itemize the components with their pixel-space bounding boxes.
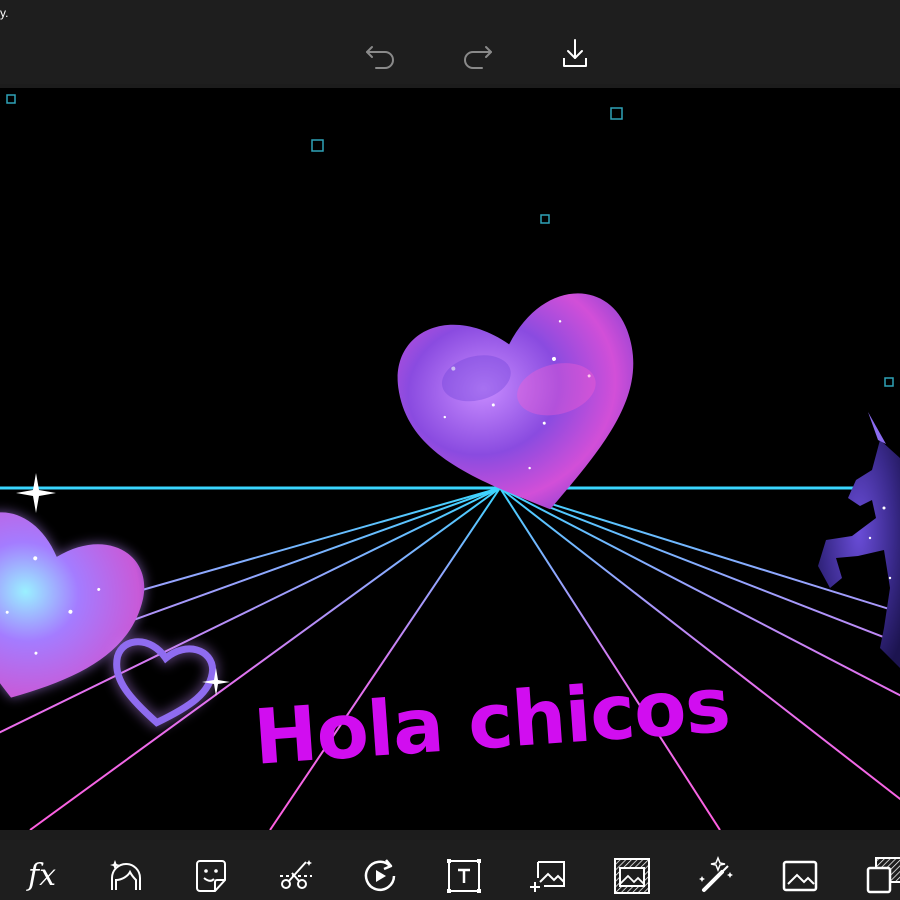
text-tool-button[interactable] xyxy=(444,856,484,896)
download-icon xyxy=(563,39,587,67)
redo-button[interactable] xyxy=(460,36,496,72)
draw-tool-button[interactable] xyxy=(696,856,736,896)
galaxy-heart-sticker[interactable] xyxy=(386,282,666,538)
effects-tool-button[interactable]: fx xyxy=(22,856,62,896)
add-photo-icon xyxy=(530,861,565,892)
border-tool-button[interactable] xyxy=(612,856,652,896)
layers-icon xyxy=(866,857,900,894)
download-button[interactable] xyxy=(557,36,593,72)
sticker-icon xyxy=(196,860,226,892)
redo-icon xyxy=(464,46,492,69)
undo-icon xyxy=(366,46,394,69)
top-toolbar xyxy=(0,0,900,84)
outline-heart-sticker[interactable] xyxy=(109,636,218,729)
add-photo-tool-button[interactable] xyxy=(528,856,568,896)
sticker-tool-button[interactable] xyxy=(191,856,231,896)
sparkle-icon xyxy=(16,473,56,513)
text-box-icon xyxy=(447,859,481,893)
beautify-tool-button[interactable] xyxy=(106,856,146,896)
square-fit-tool-button[interactable] xyxy=(864,856,900,896)
cutout-tool-button[interactable] xyxy=(276,856,316,896)
image-icon xyxy=(782,860,818,892)
editor-canvas[interactable]: Hola chicos xyxy=(0,88,900,830)
face-sparkle-icon xyxy=(110,860,141,890)
bottom-toolbar: fx xyxy=(0,840,900,900)
rotate-play-icon xyxy=(364,859,396,892)
status-text: y. xyxy=(0,6,9,20)
hatched-frame-icon xyxy=(614,858,650,894)
magic-brush-icon xyxy=(699,856,733,892)
scissors-icon xyxy=(280,860,312,889)
frame-tool-button[interactable] xyxy=(780,856,820,896)
undo-button[interactable] xyxy=(362,36,398,72)
neon-grid xyxy=(0,487,900,830)
animation-tool-button[interactable] xyxy=(360,856,400,896)
effects-icon: fx xyxy=(27,858,57,893)
